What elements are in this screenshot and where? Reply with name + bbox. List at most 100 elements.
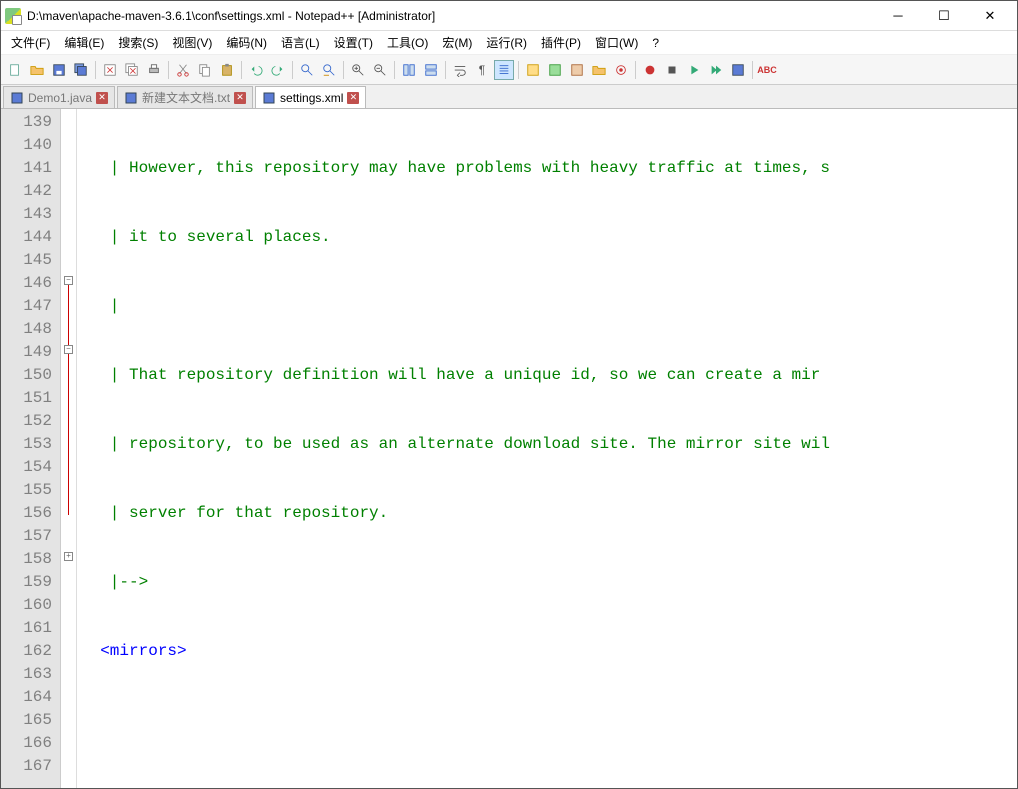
code-text: | it to several places. (81, 228, 331, 246)
save-all-icon[interactable] (71, 60, 91, 80)
line-number: 160 (1, 594, 52, 617)
toolbar-separator (518, 61, 519, 79)
line-number: 142 (1, 180, 52, 203)
tab-close-icon[interactable]: ✕ (347, 92, 359, 104)
tab-close-icon[interactable]: ✕ (234, 92, 246, 104)
close-all-icon[interactable] (122, 60, 142, 80)
fold-minus-icon[interactable]: − (64, 345, 73, 354)
line-number: 166 (1, 732, 52, 755)
undo-icon[interactable] (246, 60, 266, 80)
line-number: 154 (1, 456, 52, 479)
wordwrap-icon[interactable] (450, 60, 470, 80)
record-macro-icon[interactable] (640, 60, 660, 80)
tab-settings-xml[interactable]: settings.xml ✕ (255, 86, 366, 108)
menu-tools[interactable]: 工具(O) (381, 32, 434, 53)
line-number: 162 (1, 640, 52, 663)
menu-plugins[interactable]: 插件(P) (535, 32, 587, 53)
toolbar: ¶ ABC (1, 55, 1017, 85)
line-number: 148 (1, 318, 52, 341)
replace-icon[interactable] (319, 60, 339, 80)
file-saved-icon (262, 91, 276, 105)
line-number: 164 (1, 686, 52, 709)
spellcheck-icon[interactable]: ABC (757, 60, 777, 80)
tab-new-text-doc[interactable]: 新建文本文档.txt ✕ (117, 86, 253, 108)
line-number: 153 (1, 433, 52, 456)
fold-guide-line (68, 285, 69, 515)
show-all-chars-icon[interactable]: ¶ (472, 60, 492, 80)
menu-file[interactable]: 文件(F) (5, 32, 56, 53)
tab-label: Demo1.java (28, 91, 92, 105)
monitor-icon[interactable] (611, 60, 631, 80)
line-number: 163 (1, 663, 52, 686)
line-number: 152 (1, 410, 52, 433)
cut-icon[interactable] (173, 60, 193, 80)
sync-v-icon[interactable] (399, 60, 419, 80)
menu-help[interactable]: ? (646, 34, 665, 52)
play-multi-icon[interactable] (706, 60, 726, 80)
tab-demo1-java[interactable]: Demo1.java ✕ (3, 86, 115, 108)
maximize-button[interactable]: ☐ (921, 2, 967, 30)
tab-close-icon[interactable]: ✕ (96, 92, 108, 104)
lang-icon[interactable] (523, 60, 543, 80)
app-icon (5, 8, 21, 24)
print-icon[interactable] (144, 60, 164, 80)
fold-column[interactable]: − − + (61, 109, 77, 788)
play-macro-icon[interactable] (684, 60, 704, 80)
new-file-icon[interactable] (5, 60, 25, 80)
func-list-icon[interactable] (567, 60, 587, 80)
line-number: 144 (1, 226, 52, 249)
line-number: 159 (1, 571, 52, 594)
code-text: | repository, to be used as an alternate… (81, 435, 830, 453)
sync-h-icon[interactable] (421, 60, 441, 80)
menu-language[interactable]: 语言(L) (275, 32, 326, 53)
doc-map-icon[interactable] (545, 60, 565, 80)
close-button[interactable]: ✕ (967, 2, 1013, 30)
tab-bar: Demo1.java ✕ 新建文本文档.txt ✕ settings.xml ✕ (1, 85, 1017, 109)
copy-icon[interactable] (195, 60, 215, 80)
folder-icon[interactable] (589, 60, 609, 80)
toolbar-separator (752, 61, 753, 79)
stop-macro-icon[interactable] (662, 60, 682, 80)
find-icon[interactable] (297, 60, 317, 80)
editor-area[interactable]: 1391401411421431441451461471481491501511… (1, 109, 1017, 788)
toolbar-separator (168, 61, 169, 79)
line-number: 161 (1, 617, 52, 640)
line-number: 165 (1, 709, 52, 732)
zoom-in-icon[interactable] (348, 60, 368, 80)
fold-minus-icon[interactable]: − (64, 276, 73, 285)
menu-view[interactable]: 视图(V) (166, 32, 218, 53)
menu-window[interactable]: 窗口(W) (589, 32, 644, 53)
line-number: 145 (1, 249, 52, 272)
menu-search[interactable]: 搜索(S) (112, 32, 164, 53)
code-content[interactable]: | However, this repository may have prob… (77, 109, 1017, 788)
line-number: 143 (1, 203, 52, 226)
close-file-icon[interactable] (100, 60, 120, 80)
toolbar-separator (394, 61, 395, 79)
menu-macro[interactable]: 宏(M) (436, 32, 478, 53)
menu-run[interactable]: 运行(R) (480, 32, 533, 53)
line-number: 149 (1, 341, 52, 364)
line-number: 155 (1, 479, 52, 502)
line-number: 151 (1, 387, 52, 410)
minimize-button[interactable]: ─ (875, 2, 921, 30)
code-text: | server for that repository. (81, 504, 388, 522)
line-number: 156 (1, 502, 52, 525)
paste-icon[interactable] (217, 60, 237, 80)
save-macro-icon[interactable] (728, 60, 748, 80)
indent-guide-icon[interactable] (494, 60, 514, 80)
open-file-icon[interactable] (27, 60, 47, 80)
toolbar-separator (343, 61, 344, 79)
line-number: 141 (1, 157, 52, 180)
menu-bar: 文件(F) 编辑(E) 搜索(S) 视图(V) 编码(N) 语言(L) 设置(T… (1, 31, 1017, 55)
redo-icon[interactable] (268, 60, 288, 80)
line-number: 147 (1, 295, 52, 318)
menu-settings[interactable]: 设置(T) (328, 32, 379, 53)
toolbar-separator (445, 61, 446, 79)
zoom-out-icon[interactable] (370, 60, 390, 80)
code-text: | (81, 297, 119, 315)
menu-edit[interactable]: 编辑(E) (58, 32, 110, 53)
fold-plus-icon[interactable]: + (64, 552, 73, 561)
menu-encoding[interactable]: 编码(N) (220, 32, 273, 53)
save-icon[interactable] (49, 60, 69, 80)
toolbar-separator (95, 61, 96, 79)
